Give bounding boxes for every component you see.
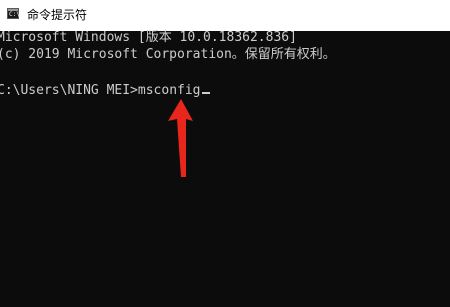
console-output[interactable]: Microsoft Windows [版本 10.0.18362.836] (c… <box>0 30 450 307</box>
prompt-path: C:\Users\NING MEI> <box>0 83 138 98</box>
command-line[interactable]: C:\Users\NING MEI>msconfig <box>0 81 210 100</box>
window-title: 命令提示符 <box>27 8 88 22</box>
title-bar[interactable]: C:\ 命令提示符 <box>0 0 450 31</box>
text-cursor <box>201 92 210 94</box>
command-input[interactable]: msconfig <box>138 83 201 98</box>
command-prompt-window[interactable]: C:\ 命令提示符 Microsoft Windows [版本 10.0.183… <box>0 0 450 307</box>
copyright-line: (c) 2019 Microsoft Corporation。保留所有权利。 <box>0 47 336 62</box>
cmd-icon: C:\ <box>7 8 20 19</box>
